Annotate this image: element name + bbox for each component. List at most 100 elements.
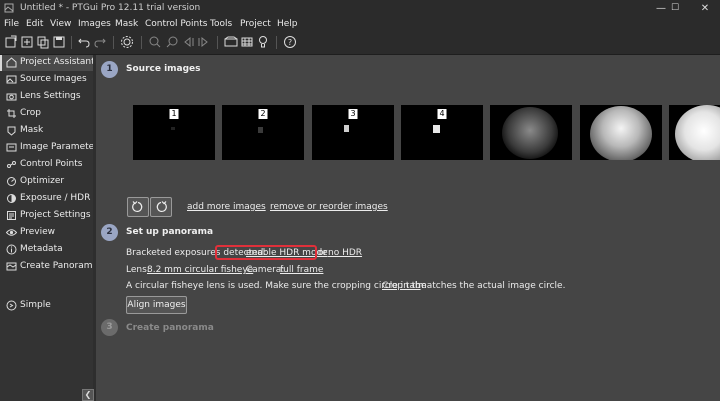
or-label: or [318,248,328,258]
sidebar: Project Assistant Source Images Lens Set… [0,55,103,401]
menu-project[interactable]: Project [240,19,271,29]
panorama-editor-icon[interactable] [224,35,238,49]
settings-icon[interactable] [120,35,134,49]
save-icon[interactable] [52,35,66,49]
sidebar-item-label: Optimizer [20,176,65,186]
sidebar-item-label: Lens Settings [20,91,81,101]
toolbar-separator [113,36,114,49]
sidebar-item-label: Simple [20,300,51,310]
open-icon[interactable] [20,35,34,49]
prev-icon[interactable] [181,35,195,49]
simple-icon [6,300,17,311]
create-panorama-icon [6,262,17,271]
crop-tab-link[interactable]: Crop tab [382,281,421,291]
image-params-icon [6,143,17,152]
align-images-button[interactable]: Align images [126,296,187,314]
sidebar-item-project-assistant[interactable]: Project Assistant [0,55,95,71]
table-icon[interactable] [240,35,254,49]
step-1-title: Source images [126,64,201,74]
info-icon [6,244,17,255]
zoom-out-icon[interactable] [165,35,179,49]
sidebar-item-preview[interactable]: Preview [0,225,93,241]
menu-mask[interactable]: Mask [115,19,138,29]
menu-edit[interactable]: Edit [26,19,43,29]
source-thumbnail[interactable]: 2 [222,105,304,160]
app-icon [4,3,14,13]
sidebar-item-source-images[interactable]: Source Images [0,72,93,88]
zoom-in-icon[interactable] [148,35,162,49]
menu-file[interactable]: File [4,19,19,29]
lightbulb-icon[interactable] [256,35,270,49]
step-2-title: Set up panorama [126,227,214,237]
toolbar: ? [0,32,720,55]
sidebar-item-label: Metadata [20,244,63,254]
svg-text:?: ? [288,38,292,47]
toolbar-separator [217,36,218,49]
sidebar-item-metadata[interactable]: Metadata [0,242,93,258]
redo-icon[interactable] [93,35,107,49]
close-button[interactable]: ✕ [690,0,720,17]
sidebar-item-label: Project Settings [20,210,91,220]
source-thumbnail[interactable]: 3 [312,105,394,160]
sidebar-item-label: Image Parameters [20,142,103,152]
sidebar-item-label: Source Images [20,74,87,84]
source-thumbnail[interactable]: 6 [580,105,662,160]
sidebar-item-mask[interactable]: Mask [0,123,93,139]
step-3-badge: 3 [101,319,118,336]
optimizer-icon [7,177,16,186]
image-icon [6,75,17,84]
sidebar-item-label: Crop [20,108,42,118]
new-project-icon[interactable] [4,35,18,49]
home-icon [6,57,17,68]
source-thumbnail[interactable]: 7 [669,105,720,160]
crop-icon [7,109,16,118]
title-bar: Untitled * - PTGui Pro 12.11 trial versi… [0,0,720,17]
control-points-icon [7,161,16,168]
undo-icon[interactable] [77,35,91,49]
collapse-sidebar-button[interactable]: ❮ [82,389,94,401]
step-2-badge: 2 [101,224,118,241]
sidebar-item-control-points[interactable]: Control Points [0,157,93,173]
lens-value-link[interactable]: 8.2 mm circular fisheye [147,265,253,275]
menu-help[interactable]: Help [277,19,298,29]
sidebar-item-label: Create Panorama [20,261,99,271]
sidebar-item-optimizer[interactable]: Optimizer [0,174,93,190]
sidebar-item-simple[interactable]: Simple [0,298,93,314]
menu-control-points[interactable]: Control Points [145,19,207,29]
rotate-right-icon [156,201,167,213]
source-thumbnail[interactable]: 1 [133,105,215,160]
menu-view[interactable]: View [50,19,71,29]
copy-icon[interactable] [36,35,50,49]
sidebar-item-image-parameters[interactable]: Image Parameters [0,140,103,156]
sidebar-item-lens-settings[interactable]: Lens Settings [0,89,93,105]
thumbnail-number: 1 [168,108,180,120]
window-title: Untitled * - PTGui Pro 12.11 trial versi… [20,3,201,13]
source-thumbnail[interactable]: 4 [401,105,483,160]
remove-reorder-images-link[interactable]: remove or reorder images [270,202,388,212]
project-settings-icon [7,211,16,220]
exposure-icon [7,194,16,203]
camera-icon [6,93,17,101]
menu-images[interactable]: Images [78,19,111,29]
add-more-images-link[interactable]: add more images [187,202,266,212]
fisheye-note-end: matches the actual image circle. [418,281,566,291]
next-icon[interactable] [197,35,211,49]
rotate-left-icon [132,201,143,213]
sidebar-item-exposure-hdr[interactable]: Exposure / HDR [0,191,93,207]
rotate-right-button[interactable] [150,197,172,217]
no-hdr-link[interactable]: no HDR [328,248,362,258]
sidebar-item-create-panorama[interactable]: Create Panorama [0,259,98,275]
sidebar-item-label: Preview [20,227,56,237]
rotate-left-button[interactable] [127,197,149,217]
sidebar-item-crop[interactable]: Crop [0,106,93,122]
sidebar-item-label: Control Points [20,159,83,169]
menu-bar: File Edit View Images Mask Control Point… [0,17,720,32]
menu-tools[interactable]: Tools [210,19,232,29]
thumbnail-number: 2 [257,108,269,120]
maximize-button[interactable]: ☐ [660,0,690,17]
sidebar-item-project-settings[interactable]: Project Settings [0,208,93,224]
help-icon[interactable]: ? [283,35,297,49]
camera-value-link[interactable]: full frame [280,265,323,275]
source-thumbnail[interactable]: 5 [490,105,572,160]
sidebar-item-label: Mask [20,125,44,135]
